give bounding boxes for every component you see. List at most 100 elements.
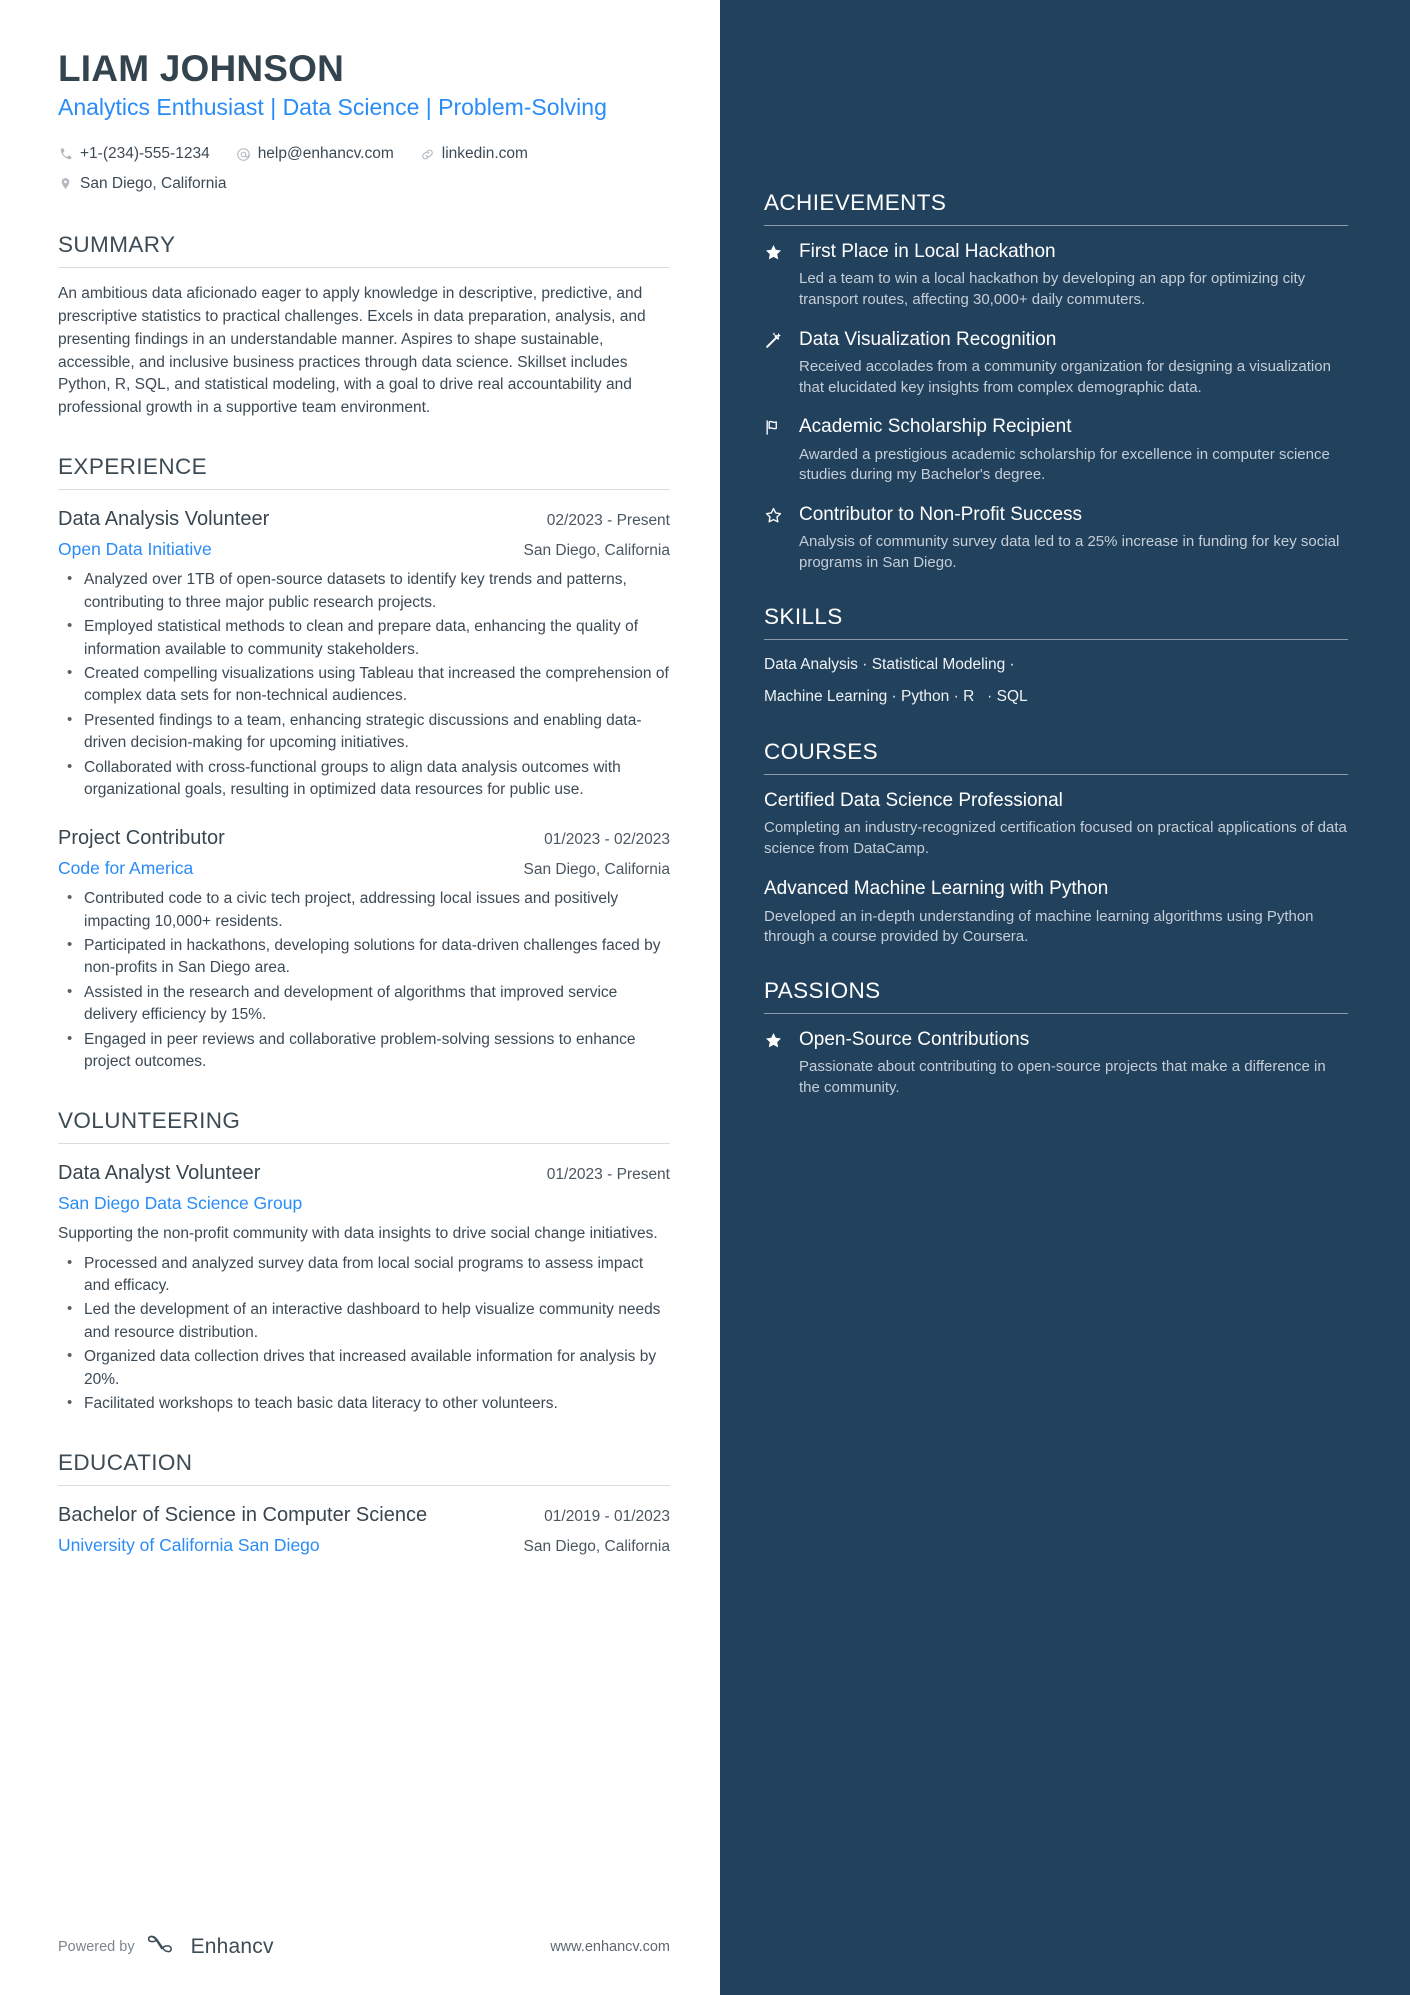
resume-page: LIAM JOHNSON Analytics Enthusiast | Data… <box>0 0 1410 1995</box>
skill-tag: Statistical Modeling <box>871 655 1006 673</box>
achievement-item: First Place in Local Hackathon Led a tea… <box>764 240 1348 311</box>
achievement-title: First Place in Local Hackathon <box>799 241 1056 262</box>
achievements-divider <box>764 225 1348 226</box>
location-icon <box>58 176 73 191</box>
contact-phone-text: +1-(234)-555-1234 <box>80 145 210 163</box>
section-passions: PASSIONS Open-Source Contributions Passi… <box>764 978 1348 1099</box>
section-summary: SUMMARY An ambitious data aficionado eag… <box>58 232 670 420</box>
experience-date: 01/2023 - 02/2023 <box>544 830 670 848</box>
phone-icon <box>58 147 73 162</box>
achievement-description: Received accolades from a community orga… <box>799 358 1331 396</box>
candidate-name: LIAM JOHNSON <box>58 48 345 89</box>
course-title: Advanced Machine Learning with Python <box>764 878 1109 900</box>
education-school[interactable]: University of California San Diego <box>58 1532 320 1558</box>
experience-role: Data Analysis Volunteer <box>58 507 270 530</box>
courses-heading: COURSES <box>764 738 879 764</box>
section-volunteering: VOLUNTEERING Data Analyst Volunteer 01/2… <box>58 1108 670 1416</box>
experience-organization[interactable]: Open Data Initiative <box>58 536 212 562</box>
passion-description: Passionate about contributing to open-so… <box>799 1058 1326 1097</box>
section-experience: EXPERIENCE Data Analysis Volunteer 02/20… <box>58 454 670 1074</box>
course-description: Developed an in-depth understanding of m… <box>764 907 1314 946</box>
star-outline-icon <box>764 503 785 574</box>
course-item: Certified Data Science Professional Comp… <box>764 789 1348 860</box>
passions-divider <box>764 1013 1348 1015</box>
contact-location: San Diego, California <box>58 169 226 198</box>
experience-entry: Data Analysis Volunteer 02/2023 - Presen… <box>58 505 670 802</box>
bullet-item: Presented findings to a team, enhancing … <box>58 709 670 755</box>
star-filled-icon <box>764 1028 785 1099</box>
experience-role: Project Contributor <box>58 826 225 849</box>
contact-email-text: help@enhancv.com <box>257 145 394 163</box>
passion-title: Open-Source Contributions <box>799 1029 1030 1051</box>
bullet-item: Created compelling visualizations using … <box>58 662 670 708</box>
star-filled-icon <box>764 240 785 311</box>
powered-by-block: Powered by Enhancv <box>58 1934 274 1959</box>
summary-heading: SUMMARY <box>58 232 176 258</box>
website-url[interactable]: www.enhancv.com <box>550 1939 670 1955</box>
bullet-item: Participated in hackathons, developing s… <box>58 934 670 980</box>
contact-phone[interactable]: +1-(234)-555-1234 <box>58 139 210 168</box>
achievement-title: Contributor to Non-Profit Success <box>799 504 1083 526</box>
email-icon <box>236 147 251 162</box>
volunteering-heading: VOLUNTEERING <box>58 1107 241 1133</box>
summary-divider <box>58 267 670 269</box>
contact-linkedin-text: linkedin.com <box>441 145 528 163</box>
volunteering-divider <box>58 1142 670 1144</box>
skills-divider <box>764 638 1348 640</box>
contact-row: +1-(234)-555-1234 help@enhancv.com linke… <box>58 139 670 198</box>
achievement-item: Academic Scholarship Recipient Awarded a… <box>764 415 1348 486</box>
achievement-description: Led a team to win a local hackathon by d… <box>799 270 1306 308</box>
experience-heading: EXPERIENCE <box>58 453 208 479</box>
experience-divider <box>58 488 670 490</box>
bullet-item: Facilitated workshops to teach basic dat… <box>58 1392 670 1415</box>
education-entry: Bachelor of Science in Computer Science … <box>58 1501 670 1558</box>
enhancv-brand: Enhancv <box>146 1934 274 1959</box>
courses-divider <box>764 773 1348 775</box>
summary-text: An ambitious data aficionado eager to ap… <box>58 285 646 417</box>
bullet-item: Engaged in peer reviews and collaborativ… <box>58 1028 670 1074</box>
experience-organization[interactable]: Code for America <box>58 855 193 881</box>
education-degree: Bachelor of Science in Computer Science <box>58 1503 428 1526</box>
contact-linkedin[interactable]: linkedin.com <box>420 139 528 168</box>
magic-wand-icon <box>764 328 785 399</box>
achievement-description: Awarded a prestigious academic scholarsh… <box>799 445 1330 484</box>
bullet-item: Assisted in the research and development… <box>58 981 670 1027</box>
experience-bullets: Analyzed over 1TB of open-source dataset… <box>58 568 670 802</box>
sidebar-column: ACHIEVEMENTS First Place in Local Hackat… <box>720 0 1410 1995</box>
page-footer: Powered by Enhancv www.enhancv.com <box>58 1934 670 1959</box>
achievement-item: Data Visualization Recognition Received … <box>764 328 1348 399</box>
course-title: Certified Data Science Professional <box>764 789 1063 811</box>
main-column: LIAM JOHNSON Analytics Enthusiast | Data… <box>0 0 720 1995</box>
volunteering-organization[interactable]: San Diego Data Science Group <box>58 1190 302 1216</box>
passions-heading: PASSIONS <box>764 978 881 1004</box>
achievement-title: Academic Scholarship Recipient <box>799 416 1072 438</box>
experience-location: San Diego, California <box>523 860 670 878</box>
section-education: EDUCATION Bachelor of Science in Compute… <box>58 1450 670 1558</box>
education-location: San Diego, California <box>523 1537 670 1555</box>
education-date: 01/2019 - 01/2023 <box>544 1507 670 1525</box>
achievements-heading: ACHIEVEMENTS <box>764 190 947 215</box>
candidate-headline: Analytics Enthusiast | Data Science | Pr… <box>58 94 607 121</box>
skills-line-1: Data Analysis · Statistical Modeling · <box>764 655 1015 673</box>
bullet-item: Collaborated with cross-functional group… <box>58 756 670 802</box>
course-item: Advanced Machine Learning with Python De… <box>764 877 1348 948</box>
contact-location-text: San Diego, California <box>80 174 227 192</box>
experience-bullets: Contributed code to a civic tech project… <box>58 887 670 1074</box>
course-description: Completing an industry-recognized certif… <box>764 819 1347 857</box>
volunteering-entry: Data Analyst Volunteer 01/2023 - Present… <box>58 1159 670 1416</box>
volunteering-role: Data Analyst Volunteer <box>58 1161 261 1184</box>
skill-tag: R <box>963 688 975 706</box>
bullet-item: Processed and analyzed survey data from … <box>58 1252 670 1298</box>
achievement-title: Data Visualization Recognition <box>799 328 1057 350</box>
skill-tag: Python <box>901 688 950 706</box>
enhancv-logo-icon <box>146 1934 182 1959</box>
contact-email[interactable]: help@enhancv.com <box>236 139 394 168</box>
bullet-item: Employed statistical methods to clean an… <box>58 615 670 661</box>
section-courses: COURSES Certified Data Science Professio… <box>764 739 1348 948</box>
education-heading: EDUCATION <box>58 1449 193 1475</box>
achievement-description: Analysis of community survey data led to… <box>799 533 1340 572</box>
volunteering-description: Supporting the non-profit community with… <box>58 1225 658 1243</box>
skills-heading: SKILLS <box>764 603 843 629</box>
skill-tag: Data Analysis <box>764 655 858 673</box>
experience-location: San Diego, California <box>523 541 670 559</box>
